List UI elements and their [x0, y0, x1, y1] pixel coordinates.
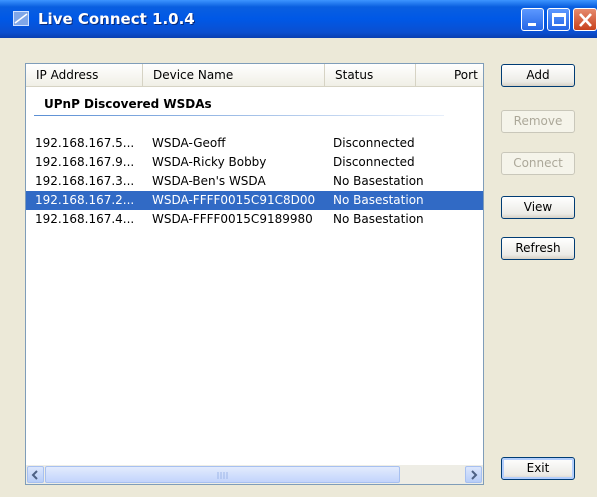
scroll-right-button[interactable] [465, 466, 482, 483]
device-name-cell: WSDA-Ricky Bobby [152, 155, 267, 169]
scroll-right-icon [471, 470, 478, 480]
ip-cell: 192.168.167.2... [35, 193, 135, 207]
window-title: Live Connect 1.0.4 [38, 10, 195, 28]
status-cell: No Basestation [333, 174, 424, 188]
column-device-name[interactable]: Device Name [143, 64, 325, 86]
status-cell: No Basestation [333, 212, 424, 226]
column-port[interactable]: Port [416, 64, 483, 86]
device-name-cell: WSDA-FFFF0015C91C8D00 [152, 193, 316, 207]
ip-cell: 192.168.167.4... [35, 212, 135, 226]
group-title: UPnP Discovered WSDAs [44, 97, 212, 111]
status-cell: No Basestation [333, 193, 424, 207]
scrollbar-thumb[interactable] [45, 466, 400, 483]
status-cell: Disconnected [333, 136, 415, 150]
table-row[interactable]: 192.168.167.5... WSDA-Geoff Disconnected [26, 134, 483, 153]
table-row[interactable]: 192.168.167.9... WSDA-Ricky Bobby Discon… [26, 153, 483, 172]
ip-cell: 192.168.167.5... [35, 136, 135, 150]
refresh-button[interactable]: Refresh [501, 237, 575, 260]
client-area: IP Address Device Name Status Port UPnP … [0, 38, 597, 497]
title-bar[interactable]: Live Connect 1.0.4 [0, 0, 597, 38]
add-button[interactable]: Add [501, 64, 575, 87]
device-name-cell: WSDA-FFFF0015C9189980 [152, 212, 313, 226]
maximize-button[interactable] [547, 8, 570, 31]
remove-button[interactable]: Remove [501, 110, 575, 133]
column-ip-address[interactable]: IP Address [26, 64, 143, 86]
close-button[interactable] [573, 8, 597, 31]
ip-cell: 192.168.167.9... [35, 155, 135, 169]
device-list[interactable]: IP Address Device Name Status Port UPnP … [25, 63, 484, 485]
minimize-icon [528, 23, 536, 26]
close-icon [579, 13, 592, 27]
list-header: IP Address Device Name Status Port [26, 64, 483, 87]
ip-cell: 192.168.167.3... [35, 174, 135, 188]
grip-icon [217, 472, 228, 479]
minimize-button[interactable] [521, 8, 544, 31]
connect-button[interactable]: Connect [501, 152, 575, 175]
scroll-left-icon [31, 470, 38, 480]
column-status[interactable]: Status [325, 64, 416, 86]
horizontal-scrollbar[interactable] [26, 465, 483, 484]
table-row[interactable]: 192.168.167.3... WSDA-Ben's WSDA No Base… [26, 172, 483, 191]
app-icon [13, 11, 29, 26]
scroll-left-button[interactable] [27, 466, 44, 483]
status-cell: Disconnected [333, 155, 415, 169]
device-name-cell: WSDA-Ben's WSDA [152, 174, 266, 188]
exit-button[interactable]: Exit [501, 457, 575, 480]
table-row-selected[interactable]: 192.168.167.2... WSDA-FFFF0015C91C8D00 N… [26, 191, 483, 210]
maximize-icon [552, 13, 566, 26]
group-divider [34, 115, 444, 116]
view-button[interactable]: View [501, 196, 575, 219]
table-row[interactable]: 192.168.167.4... WSDA-FFFF0015C9189980 N… [26, 210, 483, 229]
device-name-cell: WSDA-Geoff [152, 136, 226, 150]
